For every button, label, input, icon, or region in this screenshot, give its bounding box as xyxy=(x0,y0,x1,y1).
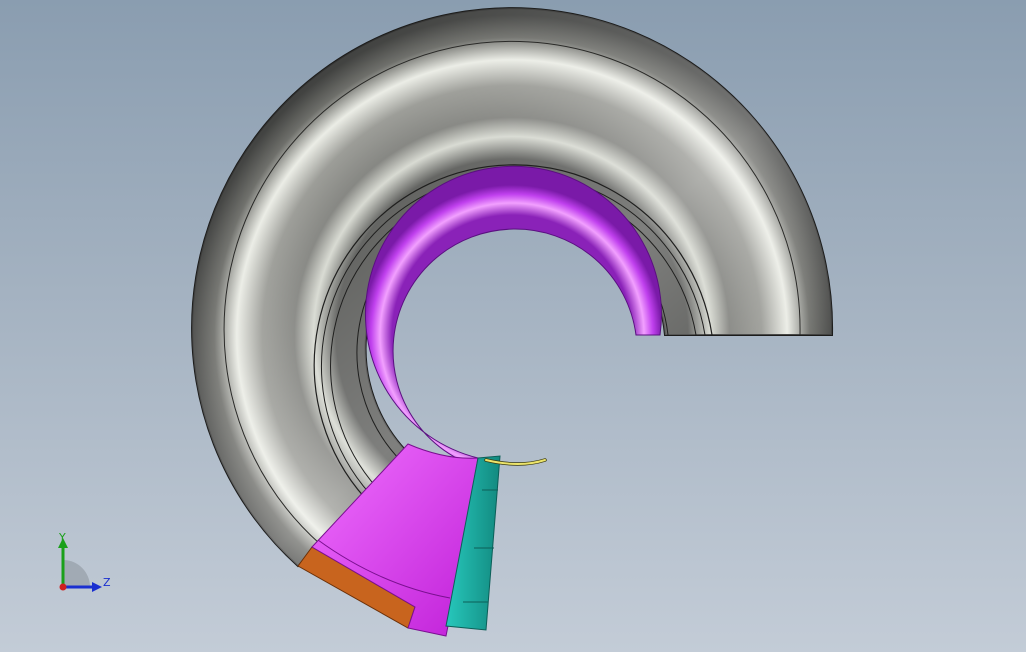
rim-ring[interactable] xyxy=(365,165,662,471)
graphics-viewport[interactable]: Y Z xyxy=(0,0,1026,652)
triad-origin xyxy=(59,583,67,591)
y-axis-label: Y xyxy=(59,531,66,544)
z-axis-label: Z xyxy=(103,576,111,589)
tire-sheen xyxy=(192,8,833,567)
tire-model-view[interactable] xyxy=(0,0,1026,652)
z-axis-arrowhead xyxy=(92,582,102,592)
triad-plane-icon xyxy=(63,560,90,587)
